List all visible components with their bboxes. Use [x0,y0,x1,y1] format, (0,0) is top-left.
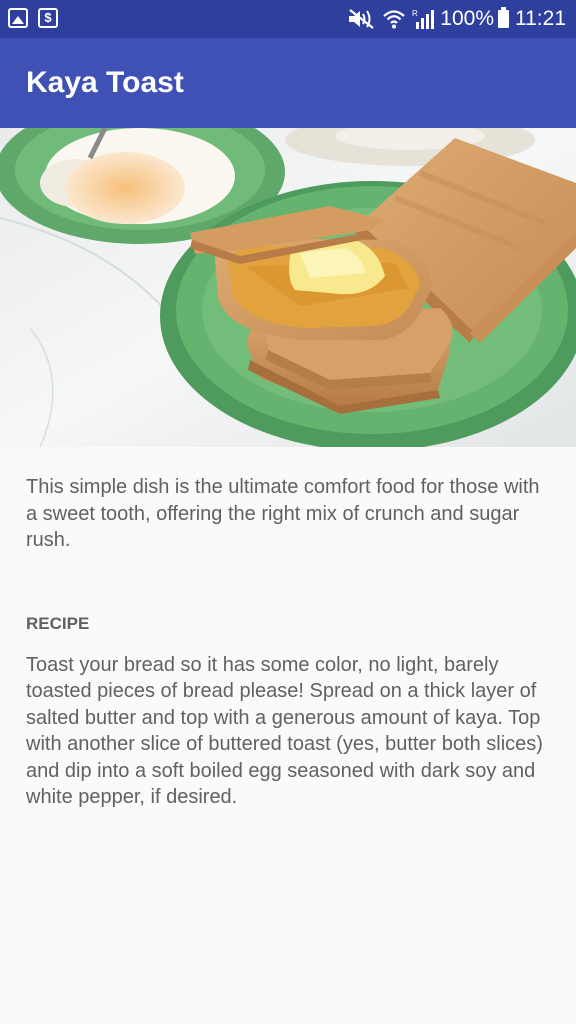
wifi-icon [383,10,406,29]
battery-percentage: 100% [440,7,494,30]
content: This simple dish is the ultimate comfort… [26,474,552,811]
notification-icons: $ [8,8,58,28]
status-bar: $ R 100% 11:21 [0,0,576,38]
recipe-text: Toast your bread so it has some color, n… [26,653,543,809]
mute-icon [349,9,374,29]
recipe-heading: RECIPE [26,613,90,633]
app-bar: Kaya Toast [0,38,576,128]
intro-text: This simple dish is the ultimate comfort… [26,476,540,551]
signal-icon: R [412,9,435,29]
dollar-circle-icon: $ [38,8,58,28]
clock: 11:21 [515,7,566,30]
svg-text:R: R [412,9,418,18]
gallery-icon [8,8,28,28]
page-title: Kaya Toast [26,66,184,99]
battery-icon [498,7,509,28]
system-icons: R 100% 11:21 [346,4,566,34]
hero-image [0,128,576,447]
